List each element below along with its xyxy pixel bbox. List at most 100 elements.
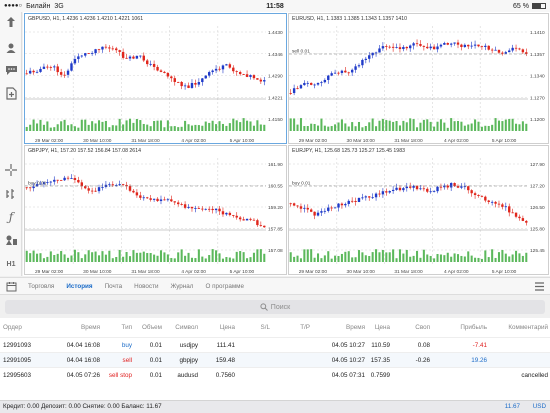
candle-body <box>146 60 149 65</box>
volume-bar <box>402 120 405 131</box>
objects-icon[interactable] <box>3 232 19 248</box>
candle-body <box>94 49 97 54</box>
candle-body <box>467 186 470 191</box>
volume-bar <box>433 126 436 131</box>
candle-body <box>415 185 419 190</box>
candle-body <box>477 195 480 196</box>
chart-gbpjpy[interactable]: 161.90 160.55 159.20 157.85 157.08 buy 0.01 29… <box>24 145 287 275</box>
candle-body <box>139 195 142 198</box>
candle-body <box>374 52 378 54</box>
indicators-icon[interactable] <box>3 186 19 202</box>
candle-body <box>252 75 256 79</box>
volume-bar <box>204 121 207 131</box>
candle-body <box>484 45 487 47</box>
candle-body <box>177 81 180 83</box>
candle-body <box>344 203 347 206</box>
col-sl: S/L <box>260 324 270 331</box>
col-close-time: Время <box>346 324 365 331</box>
trade-icon[interactable] <box>3 14 19 30</box>
chart-eurusd[interactable]: 1.1410 1.1357 1.1340 1.1270 1.1200 sell 0.01 2… <box>288 13 549 144</box>
table-row[interactable]: 12995603 04.05 07:26 sell stop 0.01 audu… <box>0 367 550 382</box>
menu-icon[interactable] <box>528 281 550 291</box>
chart-canvas[interactable]: 127.90 127.20 126.50 125.80 125.45 buy 0.01 29… <box>289 146 549 275</box>
volume-bar <box>419 257 422 262</box>
chat-icon[interactable] <box>3 62 19 78</box>
volume-bar <box>87 250 90 262</box>
volume-bar <box>111 125 114 131</box>
tab-mail[interactable]: Почта <box>99 277 129 295</box>
document-icon[interactable] <box>3 85 19 101</box>
volume-bar <box>368 122 371 131</box>
tab-about[interactable]: О программе <box>199 277 250 295</box>
candle-body <box>463 186 467 188</box>
candle-body <box>28 70 32 74</box>
volume-bar <box>497 120 501 131</box>
volume-bar <box>504 119 507 131</box>
tab-journal[interactable]: Журнал <box>164 277 199 295</box>
timeframe-label[interactable]: H1 <box>3 256 19 272</box>
volume-bar <box>518 253 521 262</box>
volume-bar <box>453 253 456 262</box>
volume-bar <box>77 252 80 262</box>
status-bar: ●●●●○ Билайн 3G 11:58 65 % <box>0 0 550 12</box>
order-level-label: buy 0.01 <box>28 181 47 187</box>
volume-bar <box>256 120 259 131</box>
volume-bar <box>340 253 343 262</box>
volume-bar <box>159 120 163 131</box>
volume-bar <box>84 119 87 131</box>
table-row[interactable]: 12991095 04.04 16:08 sell 0.01 gbpjpy 15… <box>0 352 550 367</box>
chart-canvas[interactable]: 1.1410 1.1357 1.1340 1.1270 1.1200 sell 0.01 2… <box>289 14 549 144</box>
search-input[interactable]: Поиск <box>5 300 545 314</box>
candle-body <box>108 47 111 49</box>
comment-cell <box>498 338 548 353</box>
candle-body <box>323 210 327 212</box>
price-label: 1.1200 <box>530 117 545 123</box>
candle-body <box>432 46 436 50</box>
volume-bar <box>330 126 333 131</box>
volume-bar <box>477 257 480 262</box>
volume-bar <box>456 120 460 131</box>
candle-body <box>508 50 511 53</box>
volume-bar <box>474 119 477 131</box>
candle-body <box>415 43 419 45</box>
volume-bar <box>467 124 470 131</box>
date-label: 30 Mar 10:00 <box>83 138 112 144</box>
candle-body <box>426 46 429 49</box>
volume-bar <box>56 124 59 131</box>
volume-bar <box>429 121 432 131</box>
volume-bar <box>135 252 138 262</box>
volume-bar <box>42 258 45 262</box>
volume-bar <box>504 253 507 262</box>
candle-body <box>508 206 511 213</box>
tab-history[interactable]: История <box>60 277 98 295</box>
time-cell: 04.04 16:08 <box>66 342 100 349</box>
crosshair-icon[interactable] <box>3 162 19 178</box>
candle-body <box>309 82 313 85</box>
candle-body <box>337 203 340 208</box>
calendar-icon[interactable] <box>0 281 22 292</box>
candle-body <box>385 191 388 193</box>
volume-bar <box>177 127 180 131</box>
candle-body <box>159 199 163 202</box>
swap-cell <box>405 368 430 383</box>
chart-canvas[interactable]: 1.4430 1.4346 1.4290 1.4221 1.4150 29 Mar 02:… <box>25 14 287 144</box>
volume-bar <box>521 121 524 131</box>
tab-trade[interactable]: Торговля <box>22 277 60 295</box>
tab-news[interactable]: Новости <box>128 277 164 295</box>
candle-body <box>449 183 453 188</box>
volume-bar <box>146 124 149 131</box>
volume-bar <box>354 126 357 131</box>
volume-bar <box>70 124 73 131</box>
table-row[interactable]: 12991093 04.04 16:08 buy 0.01 usdjpy 111… <box>0 337 550 352</box>
chart-gbpusd[interactable]: 1.4430 1.4346 1.4290 1.4221 1.4150 29 Mar 02:… <box>24 13 287 144</box>
chart-eurjpy[interactable]: 127.90 127.20 126.50 125.80 125.45 buy 0.01 29… <box>288 145 549 275</box>
candle-body <box>152 198 156 200</box>
volume-bar <box>159 250 163 262</box>
candle-body <box>391 46 395 48</box>
candle-body <box>256 220 259 226</box>
user-icon[interactable] <box>3 40 19 56</box>
candle-body <box>77 179 80 183</box>
function-icon[interactable]: ƒ <box>3 209 19 225</box>
candle-body <box>374 193 378 198</box>
chart-canvas[interactable]: 161.90 160.55 159.20 157.85 157.08 buy 0.01 29… <box>25 146 287 275</box>
